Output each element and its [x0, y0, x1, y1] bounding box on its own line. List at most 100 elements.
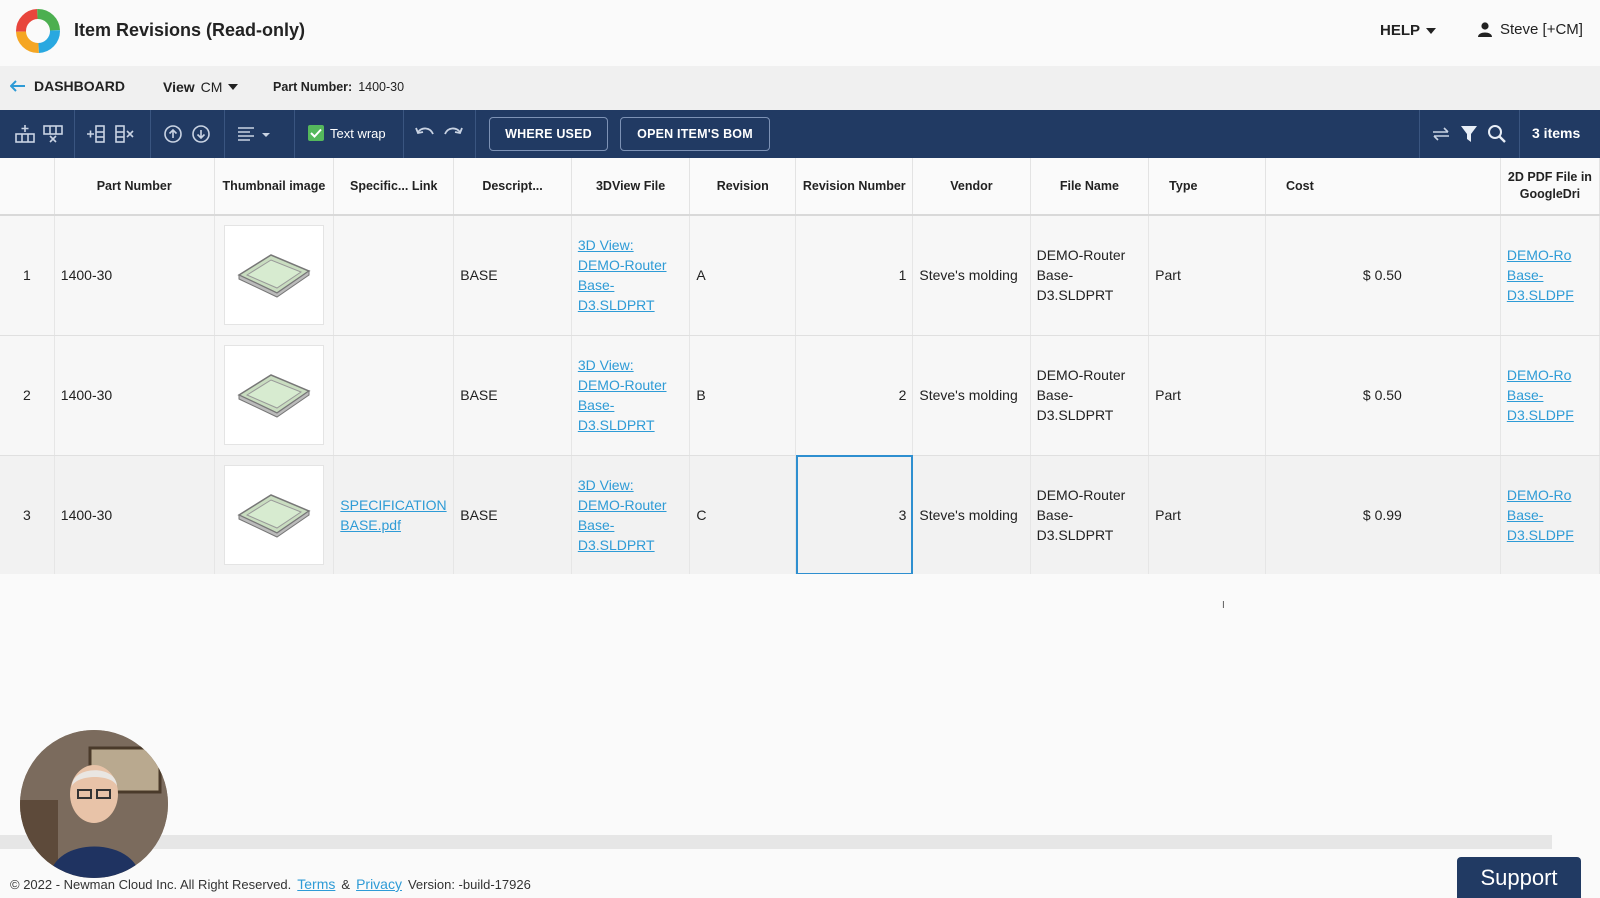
cost-cell[interactable]: $ 0.50	[1265, 335, 1501, 456]
revision-number-cell[interactable]: 2	[795, 335, 914, 456]
revision-cell[interactable]: C	[689, 455, 797, 574]
text-wrap-toggle[interactable]: Text wrap	[308, 125, 386, 141]
search-icon[interactable]	[1486, 124, 1508, 144]
delete-column-icon[interactable]	[114, 124, 136, 144]
move-down-icon[interactable]	[190, 124, 212, 144]
terms-link[interactable]: Terms	[297, 876, 335, 892]
column-header-pdf[interactable]: 2D PDF File in GoogleDri	[1500, 158, 1600, 216]
user-name: Steve [+CM]	[1500, 21, 1583, 38]
vendor-cell[interactable]: Steve's molding	[912, 215, 1031, 336]
3dview-link[interactable]: 3D View: DEMO-Router Base-D3.SLDPRT	[578, 357, 667, 433]
column-header-description[interactable]: Descript...	[453, 158, 572, 216]
part-number-cell[interactable]: 1400-30	[54, 455, 215, 574]
3dview-link[interactable]: 3D View: DEMO-Router Base-D3.SLDPRT	[578, 237, 667, 313]
type-cell[interactable]: Part	[1148, 455, 1266, 574]
revision-number-cell-selected[interactable]: 3	[795, 455, 914, 574]
where-used-button[interactable]: WHERE USED	[489, 117, 608, 151]
file-name-cell[interactable]: DEMO-Router Base-D3.SLDPRT	[1030, 335, 1150, 456]
column-header-vendor[interactable]: Vendor	[912, 158, 1031, 216]
move-up-icon[interactable]	[162, 124, 184, 144]
back-to-dashboard-link[interactable]: DASHBOARD	[10, 78, 125, 94]
file-name-cell[interactable]: DEMO-Router Base-D3.SLDPRT	[1030, 455, 1150, 574]
cost-cell[interactable]: $ 0.50	[1265, 215, 1501, 336]
revision-cell[interactable]: B	[689, 335, 797, 456]
table-row[interactable]: 3 1400-30 SPECIFICATION BASE.pdf BASE 3D…	[0, 455, 1600, 574]
items-count: 3 items	[1532, 125, 1581, 141]
pdf-cell[interactable]: DEMO-Ro Base-D3.SLDPF	[1500, 215, 1600, 336]
pdf-link[interactable]: DEMO-Ro Base-D3.SLDPF	[1507, 247, 1574, 303]
toolbar-divider	[74, 110, 75, 158]
align-menu-icon[interactable]	[236, 124, 272, 144]
type-cell[interactable]: Part	[1148, 215, 1266, 336]
3dview-cell[interactable]: 3D View: DEMO-Router Base-D3.SLDPRT	[571, 215, 691, 336]
privacy-link[interactable]: Privacy	[356, 876, 402, 892]
column-header-3dview[interactable]: 3DView File	[571, 158, 691, 216]
description-cell[interactable]: BASE	[453, 215, 572, 336]
pdf-cell[interactable]: DEMO-Ro Base-D3.SLDPF	[1500, 455, 1600, 574]
part-number-cell[interactable]: 1400-30	[54, 215, 215, 336]
support-button[interactable]: Support	[1457, 857, 1581, 898]
column-header-cost[interactable]: Cost	[1265, 158, 1501, 216]
filter-icon[interactable]	[1458, 124, 1480, 144]
view-label: View	[163, 79, 195, 95]
delete-row-icon[interactable]	[42, 124, 64, 144]
table-row[interactable]: 1 1400-30 BASE 3D View: DEMO-Router Base…	[0, 215, 1600, 336]
revision-number-cell[interactable]: 1	[795, 215, 914, 336]
table-row[interactable]: 2 1400-30 BASE 3D View: DEMO-Router Base…	[0, 335, 1600, 456]
undo-icon[interactable]	[414, 124, 436, 144]
description-cell[interactable]: BASE	[453, 335, 572, 456]
thumbnail-cell[interactable]	[214, 455, 335, 574]
insert-row-icon[interactable]	[14, 124, 36, 144]
column-header[interactable]	[0, 158, 55, 216]
part-thumbnail-image[interactable]	[223, 345, 324, 445]
checkbox-checked-icon[interactable]	[308, 125, 324, 141]
horizontal-scrollbar[interactable]	[0, 835, 1552, 849]
column-header-thumbnail[interactable]: Thumbnail image	[214, 158, 335, 216]
file-name-cell[interactable]: DEMO-Router Base-D3.SLDPRT	[1030, 215, 1150, 336]
revision-cell[interactable]: A	[689, 215, 797, 336]
table-header-row: Part Number Thumbnail image Specific... …	[0, 158, 1600, 216]
swap-icon[interactable]	[1430, 124, 1452, 144]
thumbnail-cell[interactable]	[214, 215, 335, 336]
vendor-cell[interactable]: Steve's molding	[912, 335, 1031, 456]
app-logo[interactable]	[14, 7, 62, 55]
spec-link-cell[interactable]	[333, 215, 455, 336]
view-selector[interactable]: View CM	[163, 79, 239, 95]
spec-link-cell[interactable]: SPECIFICATION BASE.pdf	[333, 455, 455, 574]
3dview-cell[interactable]: 3D View: DEMO-Router Base-D3.SLDPRT	[571, 335, 691, 456]
user-menu[interactable]: Steve [+CM]	[1478, 21, 1583, 38]
grid-empty-area	[0, 574, 1600, 836]
open-items-bom-button[interactable]: OPEN ITEM'S BOM	[620, 117, 770, 151]
column-header-revision-number[interactable]: Revision Number	[795, 158, 914, 216]
spec-link[interactable]: SPECIFICATION BASE.pdf	[340, 497, 446, 533]
row-index[interactable]: 1	[0, 215, 55, 336]
part-thumbnail-image[interactable]	[223, 465, 324, 565]
column-header-file-name[interactable]: File Name	[1030, 158, 1150, 216]
vendor-cell[interactable]: Steve's molding	[912, 455, 1031, 574]
insert-column-icon[interactable]	[86, 124, 108, 144]
pdf-link[interactable]: DEMO-Ro Base-D3.SLDPF	[1507, 487, 1574, 543]
thumbnail-cell[interactable]	[214, 335, 335, 456]
copyright-text: © 2022 - Newman Cloud Inc. All Right Res…	[10, 876, 292, 892]
row-index[interactable]: 2	[0, 335, 55, 456]
pdf-link[interactable]: DEMO-Ro Base-D3.SLDPF	[1507, 367, 1574, 423]
3dview-link[interactable]: 3D View: DEMO-Router Base-D3.SLDPRT	[578, 477, 667, 553]
help-menu[interactable]: HELP	[1380, 22, 1437, 39]
redo-icon[interactable]	[442, 124, 464, 144]
column-header-spec-link[interactable]: Specific... Link	[333, 158, 455, 216]
chevron-down-icon	[1426, 27, 1437, 34]
cost-cell[interactable]: $ 0.99	[1265, 455, 1501, 574]
part-number-cell[interactable]: 1400-30	[54, 335, 215, 456]
pdf-cell[interactable]: DEMO-Ro Base-D3.SLDPF	[1500, 335, 1600, 456]
column-header-part-number[interactable]: Part Number	[54, 158, 215, 216]
part-thumbnail-image[interactable]	[223, 225, 324, 326]
type-cell[interactable]: Part	[1148, 335, 1266, 456]
row-index[interactable]: 3	[0, 455, 55, 574]
column-header-type[interactable]: Type	[1148, 158, 1266, 216]
spec-link-cell[interactable]	[333, 335, 455, 456]
3dview-cell[interactable]: 3D View: DEMO-Router Base-D3.SLDPRT	[571, 455, 691, 574]
column-header-revision[interactable]: Revision	[689, 158, 797, 216]
revisions-grid: Part Number Thumbnail image Specific... …	[0, 158, 1600, 574]
text-cursor-icon: I	[1222, 600, 1225, 611]
description-cell[interactable]: BASE	[453, 455, 572, 574]
